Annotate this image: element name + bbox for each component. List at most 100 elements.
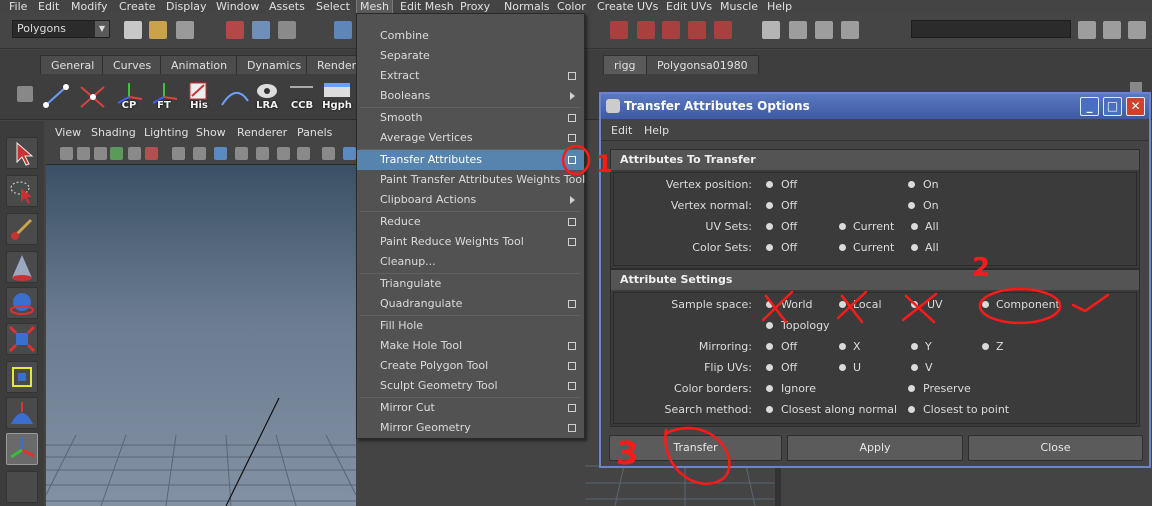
mesh-menu-reduce[interactable]: Reduce xyxy=(357,212,584,232)
option-box-icon[interactable] xyxy=(568,300,576,308)
viewport-menu-view[interactable]: View xyxy=(55,126,81,139)
xray-joints-icon[interactable] xyxy=(297,147,310,160)
snap-curve-icon[interactable] xyxy=(637,21,655,39)
transfer-button[interactable]: Transfer xyxy=(609,435,782,461)
menu-edit-uvs[interactable]: Edit UVs xyxy=(666,0,712,13)
select-tool-icon[interactable] xyxy=(6,137,38,169)
mesh-menu-extract[interactable]: Extract xyxy=(357,66,584,86)
close-icon[interactable]: ✕ xyxy=(1126,97,1145,116)
select-component-icon[interactable] xyxy=(278,21,296,39)
ik-handle-icon[interactable] xyxy=(76,81,110,111)
flip-uvs-u-radio[interactable] xyxy=(839,364,846,371)
attribute-settings-header[interactable]: Attribute Settings xyxy=(611,270,1139,290)
tool-settings-icon[interactable] xyxy=(1103,21,1121,39)
menu-muscle[interactable]: Muscle xyxy=(720,0,758,13)
search-method-normal-radio[interactable] xyxy=(766,406,773,413)
option-box-icon[interactable] xyxy=(568,424,576,432)
uv-sets-off-radio[interactable] xyxy=(766,223,773,230)
snap-plane-icon[interactable] xyxy=(688,21,706,39)
mesh-menu-booleans[interactable]: Booleans xyxy=(357,86,584,106)
render-view-icon[interactable] xyxy=(762,21,780,39)
mesh-menu-combine[interactable]: Combine xyxy=(357,26,584,46)
snap-grid-icon[interactable] xyxy=(610,21,628,39)
viewport-menu-panels[interactable]: Panels xyxy=(297,126,332,139)
mesh-menu-quadrangulate[interactable]: Quadrangulate xyxy=(357,294,584,314)
option-box-icon[interactable] xyxy=(568,382,576,390)
shelf-scroll-icon[interactable] xyxy=(1130,82,1142,92)
option-box-icon[interactable] xyxy=(568,114,576,122)
new-scene-icon[interactable] xyxy=(124,21,142,39)
shelf-tab-polygons[interactable]: Polygonsa01980 xyxy=(646,55,759,74)
hgph-shelf-icon[interactable]: Hgph xyxy=(320,81,354,111)
mesh-menu-smooth[interactable]: Smooth xyxy=(357,108,584,128)
option-box-icon[interactable] xyxy=(568,238,576,246)
option-box-icon[interactable] xyxy=(568,72,576,80)
save-scene-icon[interactable] xyxy=(176,21,194,39)
shelf-tab-general[interactable]: General xyxy=(40,55,106,74)
sculpt-tool-icon[interactable] xyxy=(6,251,38,283)
resolution-gate-icon[interactable] xyxy=(145,147,158,160)
grid-toggle-icon[interactable] xyxy=(110,147,123,160)
mesh-menu-fill-hole[interactable]: Fill Hole xyxy=(357,316,584,336)
apply-button[interactable]: Apply xyxy=(787,435,963,461)
minimize-icon[interactable]: _ xyxy=(1080,97,1099,116)
uv-sets-current-radio[interactable] xyxy=(839,223,846,230)
menu-display[interactable]: Display xyxy=(166,0,207,13)
film-gate-icon[interactable] xyxy=(128,147,141,160)
menu-edit-mesh[interactable]: Edit Mesh xyxy=(400,0,454,13)
camera-bookmark-icon[interactable] xyxy=(77,147,90,160)
mirroring-y-radio[interactable] xyxy=(911,343,918,350)
menu-select[interactable]: Select xyxy=(316,0,350,13)
lra-shelf-icon[interactable]: LRA xyxy=(250,81,284,111)
mesh-menu-paint-transfer-weights[interactable]: Paint Transfer Attributes Weights Tool xyxy=(357,170,585,190)
select-object-icon[interactable] xyxy=(252,21,270,39)
paint-select-tool-icon[interactable] xyxy=(6,213,38,245)
option-box-icon[interactable] xyxy=(568,342,576,350)
smooth-shade-icon[interactable] xyxy=(193,147,206,160)
mesh-menu-separate[interactable]: Separate xyxy=(357,46,584,66)
rotate-tool-icon[interactable] xyxy=(6,287,38,319)
shelf-tab-animation[interactable]: Animation xyxy=(160,55,239,74)
viewport-menu-shading[interactable]: Shading xyxy=(91,126,136,139)
menu-color[interactable]: Color xyxy=(557,0,586,13)
menu-proxy[interactable]: Proxy xyxy=(460,0,490,13)
search-method-point-radio[interactable] xyxy=(908,406,915,413)
option-box-icon[interactable] xyxy=(568,218,576,226)
flip-uvs-off-radio[interactable] xyxy=(766,364,773,371)
menu-help[interactable]: Help xyxy=(767,0,792,13)
menu-assets[interactable]: Assets xyxy=(269,0,305,13)
maximize-icon[interactable]: □ xyxy=(1103,97,1122,116)
mirroring-z-radio[interactable] xyxy=(982,343,989,350)
soft-mod-tool-icon[interactable] xyxy=(6,397,38,429)
select-hierarchy-icon[interactable] xyxy=(226,21,244,39)
color-sets-current-radio[interactable] xyxy=(839,244,846,251)
option-box-icon[interactable] xyxy=(568,362,576,370)
isolate-select-icon[interactable] xyxy=(322,147,335,160)
color-sets-off-radio[interactable] xyxy=(766,244,773,251)
chevron-down-icon[interactable]: ▼ xyxy=(95,21,109,37)
wireframe-icon[interactable] xyxy=(172,147,185,160)
option-box-icon[interactable] xyxy=(568,404,576,412)
mesh-menu-cleanup[interactable]: Cleanup... xyxy=(357,252,584,272)
history-shelf-icon[interactable]: His xyxy=(182,81,216,111)
dialog-title-bar[interactable]: Transfer Attributes Options _ □ ✕ xyxy=(601,94,1149,119)
mesh-menu-clipboard-actions[interactable]: Clipboard Actions xyxy=(357,190,584,210)
menu-modify[interactable]: Modify xyxy=(71,0,107,13)
render-icon[interactable] xyxy=(789,21,807,39)
ft-shelf-icon[interactable]: FT xyxy=(147,81,181,111)
mesh-menu-mirror-cut[interactable]: Mirror Cut xyxy=(357,398,584,418)
option-box-icon[interactable] xyxy=(568,156,576,164)
xray-icon[interactable] xyxy=(277,147,290,160)
ccb-shelf-icon[interactable]: CCB xyxy=(285,81,319,111)
uv-sets-all-radio[interactable] xyxy=(911,223,918,230)
color-borders-ignore-radio[interactable] xyxy=(766,385,773,392)
attribute-editor-icon[interactable] xyxy=(1078,21,1096,39)
sample-space-component-radio[interactable] xyxy=(982,301,989,308)
mirroring-x-radio[interactable] xyxy=(839,343,846,350)
vertex-normal-on-radio[interactable] xyxy=(908,202,915,209)
viewport-menu-renderer[interactable]: Renderer xyxy=(237,126,287,139)
joint-tool-icon[interactable] xyxy=(40,81,74,111)
shelf-menu-icon[interactable] xyxy=(17,86,33,102)
option-box-icon[interactable] xyxy=(568,134,576,142)
color-borders-preserve-radio[interactable] xyxy=(908,385,915,392)
